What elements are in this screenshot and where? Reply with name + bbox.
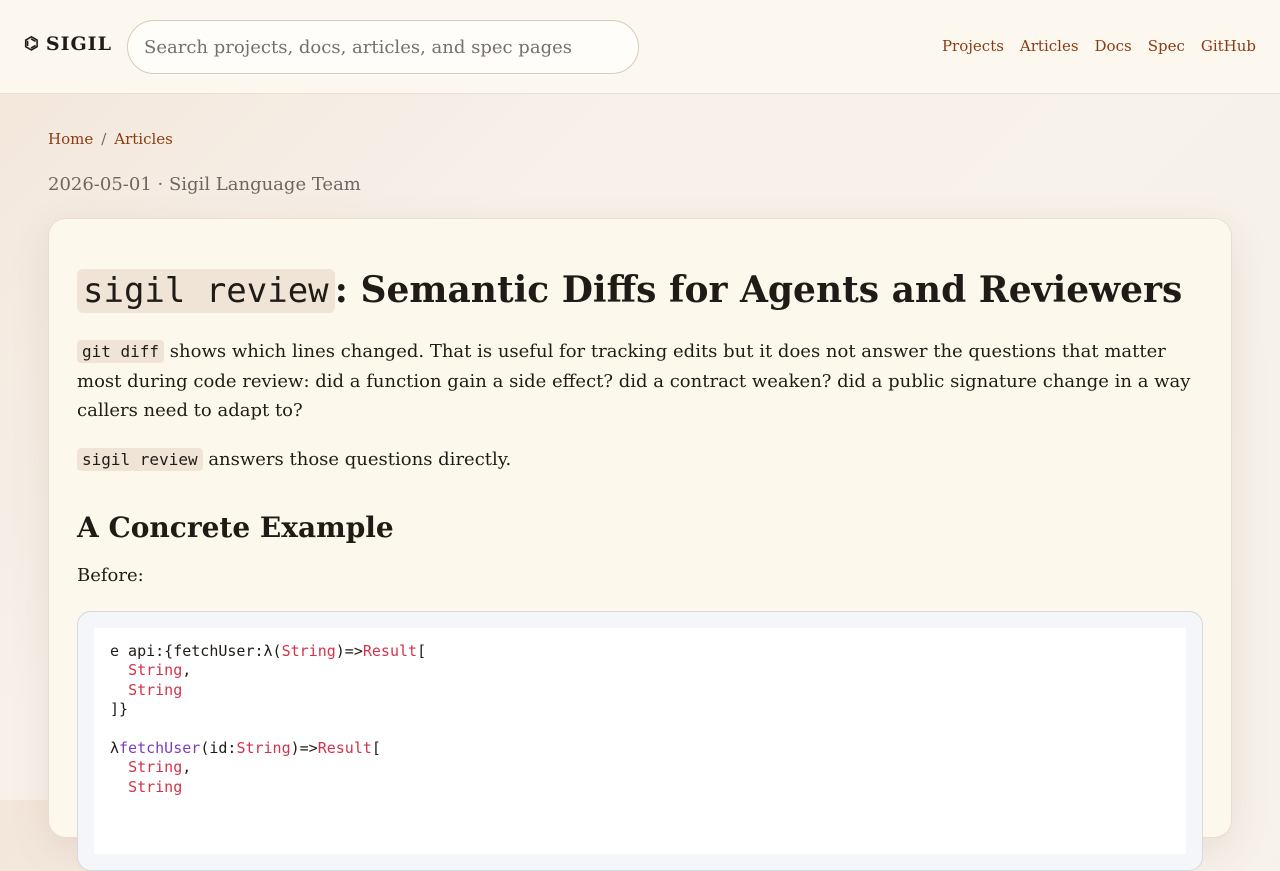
code-token: , xyxy=(182,758,192,777)
answer-paragraph: sigil review answers those questions dir… xyxy=(77,445,1197,475)
section-heading: A Concrete Example xyxy=(77,511,394,544)
before-label: Before: xyxy=(77,565,144,586)
code-token: )=> xyxy=(290,739,318,758)
code-type: String xyxy=(128,680,183,699)
search-input[interactable] xyxy=(127,20,639,74)
breadcrumb-separator: / xyxy=(101,130,107,148)
code-token: , xyxy=(182,661,192,680)
article-meta: 2026-05-01 · Sigil Language Team xyxy=(48,174,361,195)
code-type: String xyxy=(128,661,183,680)
breadcrumb: Home / Articles xyxy=(48,130,173,148)
nav-projects[interactable]: Projects xyxy=(942,37,1004,55)
code-type: String xyxy=(128,758,183,777)
code-token: [ xyxy=(417,642,427,660)
top-bar: ⌬ SIGIL Projects Articles Docs Spec GitH… xyxy=(0,0,1280,94)
code-token: λ xyxy=(110,739,120,758)
brand-name: SIGIL xyxy=(45,33,112,55)
code-function: fetchUser xyxy=(119,739,201,758)
inline-code-git-diff: git diff xyxy=(77,340,165,363)
title-text: : Semantic Diffs for Agents and Reviewer… xyxy=(334,269,1183,311)
breadcrumb-articles[interactable]: Articles xyxy=(114,130,173,148)
code-type: String xyxy=(281,642,336,660)
code-type: String xyxy=(236,739,291,758)
nav-github[interactable]: GitHub xyxy=(1201,37,1256,55)
breadcrumb-home[interactable]: Home xyxy=(48,130,93,148)
hexagon-logo-icon: ⌬ xyxy=(24,34,40,54)
code-block[interactable]: e api:{fetchUser:λ(String)=>Result[ Stri… xyxy=(77,611,1203,871)
inline-code-sigil-review: sigil review xyxy=(77,448,203,471)
brand-logo[interactable]: ⌬ SIGIL xyxy=(24,33,112,55)
main-nav: Projects Articles Docs Spec GitHub xyxy=(942,37,1256,55)
page-title: sigil review: Semantic Diffs for Agents … xyxy=(77,269,1183,313)
code-content: e api:{fetchUser:λ(String)=>Result[ Stri… xyxy=(94,628,1186,854)
code-token: ]} xyxy=(110,700,129,719)
nav-articles[interactable]: Articles xyxy=(1020,37,1079,55)
intro-paragraph: git diff shows which lines changed. That… xyxy=(77,337,1197,426)
code-type: Result xyxy=(317,739,372,758)
nav-docs[interactable]: Docs xyxy=(1095,37,1132,55)
code-token: e api:{fetchUser:λ( xyxy=(110,642,282,660)
title-code: sigil review xyxy=(77,269,335,313)
code-token: )=> xyxy=(335,642,363,660)
article-card: sigil review: Semantic Diffs for Agents … xyxy=(48,218,1232,871)
code-type: Result xyxy=(362,642,418,660)
code-token: [ xyxy=(371,739,381,758)
code-type: String xyxy=(128,777,183,796)
code-token: (id: xyxy=(200,739,237,758)
intro-text: shows which lines changed. That is usefu… xyxy=(77,341,1191,421)
answer-text: answers those questions directly. xyxy=(202,449,512,470)
nav-spec[interactable]: Spec xyxy=(1148,37,1185,55)
